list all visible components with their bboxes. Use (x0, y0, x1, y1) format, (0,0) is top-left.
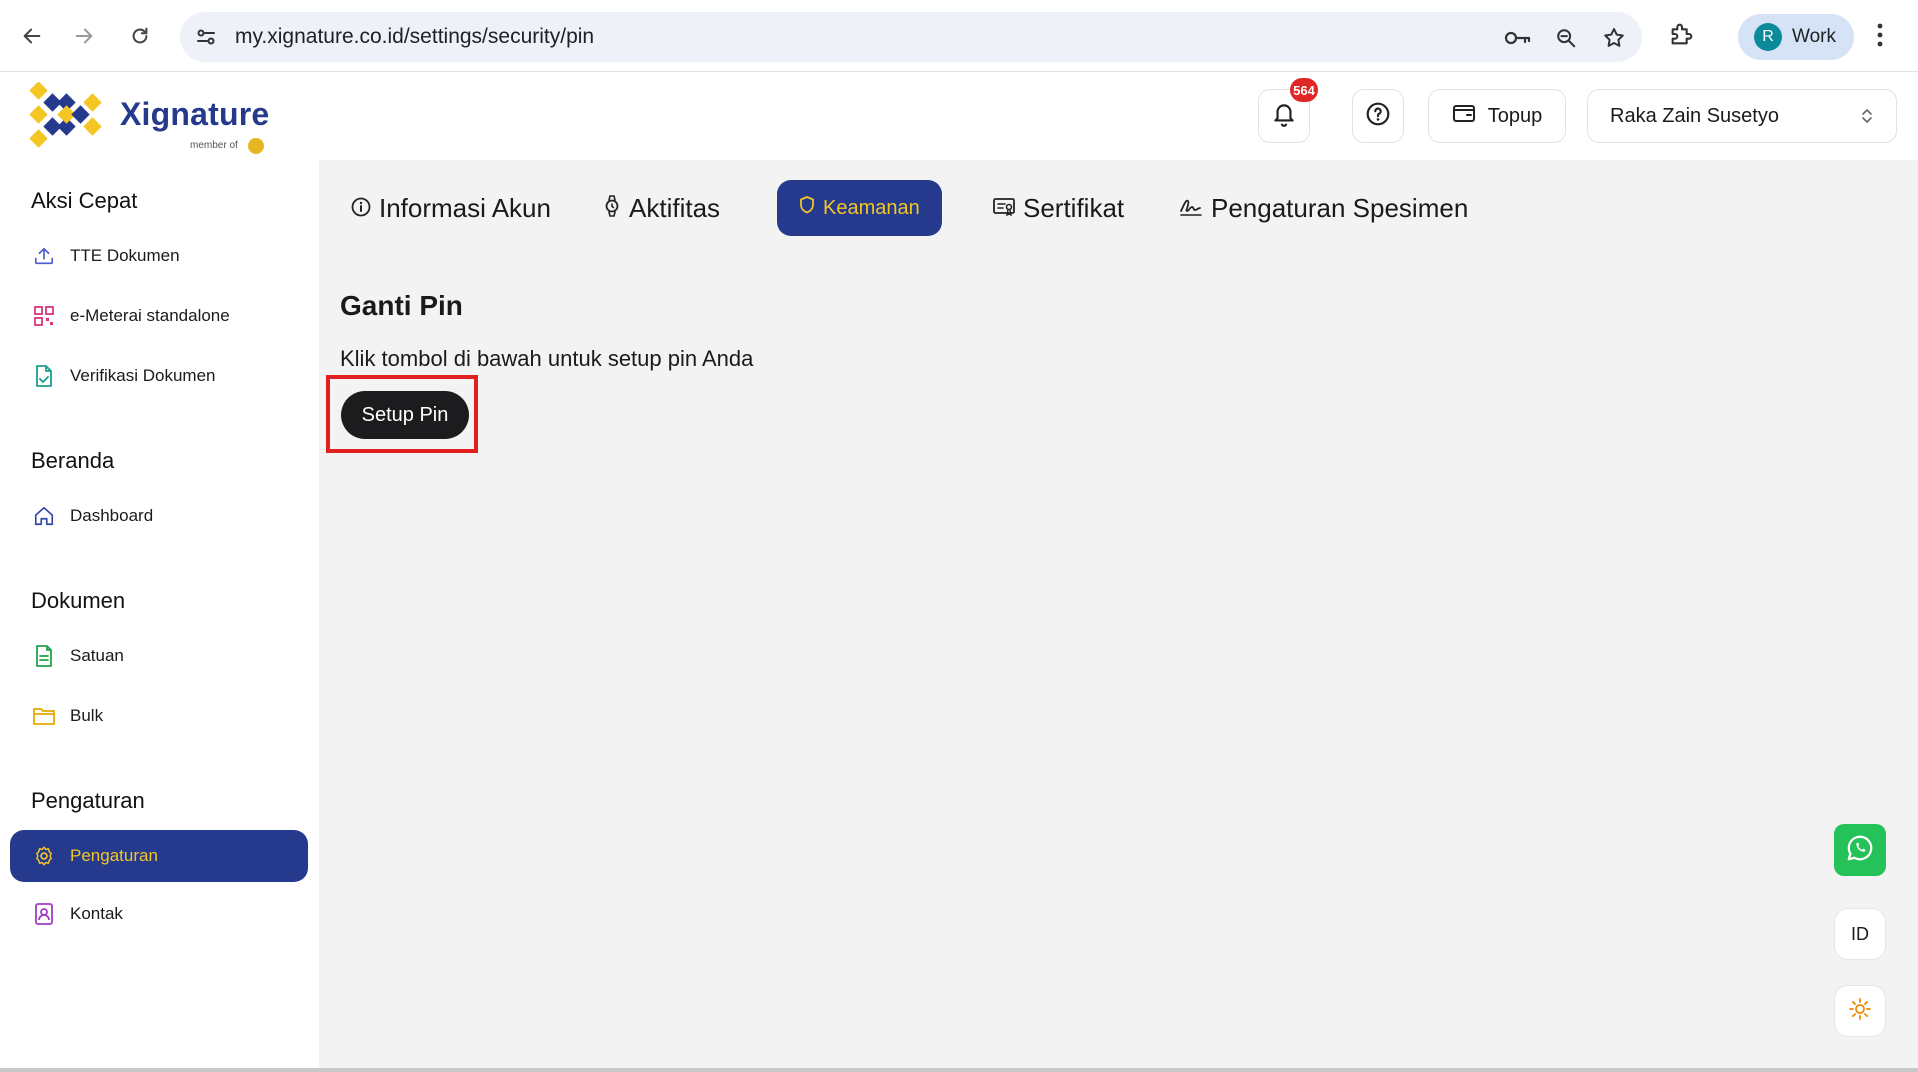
window-bottom-border (0, 1068, 1918, 1072)
signature-icon (1179, 193, 1203, 224)
sun-icon (1848, 997, 1872, 1026)
bell-icon (1271, 100, 1297, 133)
sidebar-item-label: Verifikasi Dokumen (70, 366, 216, 385)
sidebar-item-label: Dashboard (70, 506, 154, 525)
notification-badge: 564 (1290, 78, 1318, 102)
extensions-icon[interactable] (1668, 20, 1696, 53)
brand-name: Xignature (120, 96, 270, 132)
setup-pin-button[interactable]: Setup Pin (341, 391, 469, 439)
page-title: Ganti Pin (340, 290, 463, 321)
site-settings-icon[interactable] (194, 25, 218, 54)
section-title-pengaturan: Pengaturan (31, 788, 145, 813)
chevron-up-down-icon (1860, 106, 1874, 132)
tab-label: Informasi Akun (379, 192, 551, 223)
settings-tabs: Informasi Akun Aktifitas Keamanan Sertif… (319, 180, 1619, 236)
sidebar-item-label: e-Meterai standalone (70, 306, 230, 325)
topup-label: Topup (1487, 104, 1543, 127)
more-vert-icon[interactable] (1876, 22, 1884, 53)
user-select[interactable]: Raka Zain Susetyo (1587, 89, 1897, 143)
browser-toolbar: my.xignature.co.id/settings/security/pin… (0, 0, 1918, 72)
sidebar-item-label: Kontak (70, 904, 123, 923)
app-header: Xignature member of 564 Topup Raka Zain … (0, 72, 1918, 160)
contact-book-icon (32, 902, 56, 926)
shield-icon (799, 196, 815, 220)
folder-icon (32, 704, 56, 728)
password-key-icon[interactable] (1504, 24, 1532, 52)
sidebar-item-bulk[interactable]: Bulk (10, 690, 308, 742)
tab-label: Aktifitas (629, 192, 721, 223)
user-name: Raka Zain Susetyo (1610, 104, 1779, 127)
wallet-icon (1452, 102, 1476, 130)
tab-aktifitas[interactable]: Aktifitas (603, 180, 720, 236)
language-button[interactable]: ID (1834, 908, 1886, 960)
certificate-icon (993, 193, 1015, 224)
section-title-beranda: Beranda (31, 448, 115, 473)
watch-icon (603, 193, 621, 224)
main-content: Informasi Akun Aktifitas Keamanan Sertif… (319, 160, 1918, 1068)
tab-informasi-akun[interactable]: Informasi Akun (351, 180, 551, 236)
zoom-icon[interactable] (1552, 24, 1580, 52)
brand-subtitle: member of (190, 140, 238, 151)
sidebar-item-e-meterai[interactable]: e-Meterai standalone (10, 290, 308, 342)
address-bar[interactable]: my.xignature.co.id/settings/security/pin (180, 12, 1642, 62)
tab-pengaturan-spesimen[interactable]: Pengaturan Spesimen (1179, 180, 1468, 236)
parent-logo-icon (248, 138, 264, 154)
help-icon (1365, 101, 1391, 132)
url-text[interactable]: my.xignature.co.id/settings/security/pin (235, 25, 594, 49)
file-icon (32, 644, 56, 668)
sidebar-item-tte-dokumen[interactable]: TTE Dokumen (10, 230, 308, 282)
upload-icon (32, 244, 56, 268)
section-title-dokumen: Dokumen (31, 588, 126, 613)
topup-button[interactable]: Topup (1428, 89, 1566, 143)
profile-chip[interactable]: R Work (1738, 14, 1854, 60)
back-icon[interactable] (14, 18, 50, 54)
reload-icon[interactable] (122, 18, 158, 54)
bookmark-star-icon[interactable] (1600, 24, 1628, 52)
whatsapp-icon (1845, 833, 1875, 868)
sidebar-item-label: Bulk (70, 706, 104, 725)
sidebar-item-pengaturan[interactable]: Pengaturan (10, 830, 308, 882)
section-title-aksi-cepat: Aksi Cepat (31, 188, 138, 213)
help-button[interactable] (1352, 89, 1404, 143)
forward-icon[interactable] (66, 18, 102, 54)
home-icon (32, 504, 56, 528)
whatsapp-button[interactable] (1834, 824, 1886, 876)
sidebar-item-label: Pengaturan (70, 846, 158, 865)
profile-label: Work (1792, 26, 1836, 47)
avatar: R (1754, 23, 1782, 51)
tab-sertifikat[interactable]: Sertifikat (993, 180, 1124, 236)
sidebar-item-satuan[interactable]: Satuan (10, 630, 308, 682)
sidebar-item-verifikasi-dokumen[interactable]: Verifikasi Dokumen (10, 350, 308, 402)
theme-toggle-button[interactable] (1834, 985, 1886, 1037)
xignature-logo[interactable]: Xignature member of (26, 80, 276, 154)
info-icon (351, 193, 371, 224)
tab-keamanan[interactable]: Keamanan (777, 180, 942, 236)
sidebar-item-dashboard[interactable]: Dashboard (10, 490, 308, 542)
sidebar-item-label: TTE Dokumen (70, 246, 180, 265)
gear-icon (32, 844, 56, 868)
page-description: Klik tombol di bawah untuk setup pin And… (340, 346, 754, 371)
tab-label: Sertifikat (1023, 192, 1125, 223)
qr-icon (32, 304, 56, 328)
tab-label: Pengaturan Spesimen (1211, 192, 1469, 223)
sidebar-item-label: Satuan (70, 646, 124, 665)
tab-label: Keamanan (823, 196, 920, 219)
sidebar: Aksi Cepat TTE Dokumen e-Meterai standal… (0, 160, 319, 1072)
logo-mark-icon (29, 82, 102, 148)
document-check-icon (32, 364, 56, 388)
sidebar-item-kontak[interactable]: Kontak (10, 888, 308, 940)
